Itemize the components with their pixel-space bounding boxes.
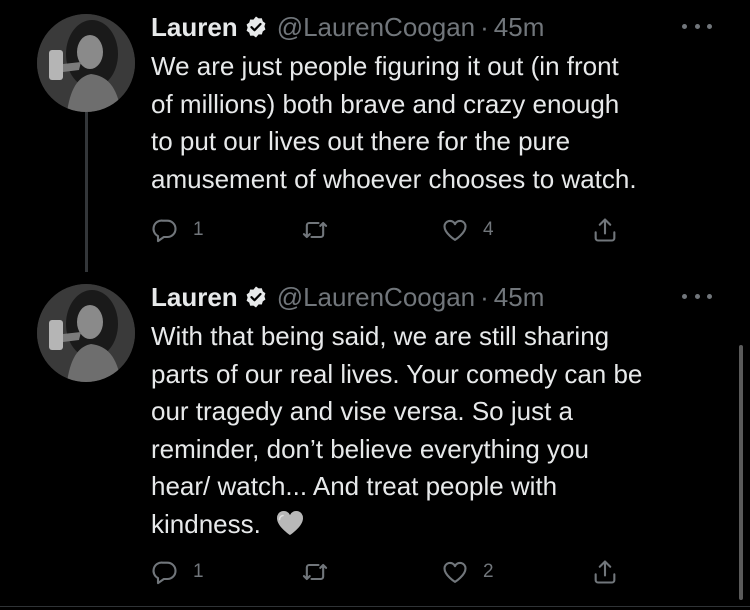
like-count: 4 — [483, 219, 494, 240]
like-count: 2 — [483, 561, 494, 582]
heart-icon — [443, 219, 467, 241]
author-handle[interactable]: @LaurenCoogan — [277, 12, 475, 43]
author-handle[interactable]: @LaurenCoogan — [277, 282, 475, 313]
share-icon — [594, 218, 616, 242]
more-options-icon[interactable] — [682, 18, 712, 34]
tweet-actions: 1 4 — [151, 213, 631, 247]
separator-dot: · — [480, 281, 489, 312]
share-icon — [594, 560, 616, 584]
avatar-photo — [37, 14, 135, 112]
avatar-photo — [37, 284, 135, 382]
verified-badge-icon — [246, 286, 266, 308]
share-button[interactable] — [591, 213, 619, 247]
retweet-button[interactable] — [301, 555, 343, 589]
retweet-button[interactable] — [301, 213, 343, 247]
tweet-text: We are just people figuring it out (in f… — [151, 51, 637, 194]
heart-icon — [443, 561, 467, 583]
share-button[interactable] — [591, 555, 619, 589]
divider — [0, 606, 750, 607]
tweet-text-body: With that being said, we are still shari… — [151, 321, 643, 539]
reply-icon — [152, 561, 177, 585]
reply-button[interactable]: 1 — [151, 555, 204, 589]
reply-count: 1 — [193, 219, 204, 240]
retweet-icon — [302, 221, 328, 239]
avatar[interactable] — [37, 14, 135, 112]
grey-heart-emoji — [276, 510, 303, 535]
more-options-icon[interactable] — [682, 288, 712, 304]
like-button[interactable]: 2 — [441, 555, 494, 589]
tweet[interactable]: Lauren @LaurenCoogan · 45m We are just p… — [0, 0, 750, 270]
author-name[interactable]: Lauren — [151, 12, 238, 43]
like-button[interactable]: 4 — [441, 213, 494, 247]
reply-button[interactable]: 1 — [151, 213, 204, 247]
tweet-actions: 1 2 — [151, 555, 631, 589]
reply-count: 1 — [193, 561, 204, 582]
timestamp[interactable]: 45m — [494, 282, 545, 313]
avatar[interactable] — [37, 284, 135, 382]
reply-icon — [152, 219, 177, 243]
author-name[interactable]: Lauren — [151, 282, 238, 313]
timestamp[interactable]: 45m — [494, 12, 545, 43]
tweet-text: With that being said, we are still shari… — [151, 318, 736, 543]
scrollbar[interactable] — [739, 345, 743, 600]
separator-dot: · — [480, 11, 489, 42]
retweet-icon — [302, 563, 328, 581]
tweet[interactable]: Lauren @LaurenCoogan · 45m With that bei… — [0, 270, 750, 610]
verified-badge-icon — [246, 16, 266, 38]
